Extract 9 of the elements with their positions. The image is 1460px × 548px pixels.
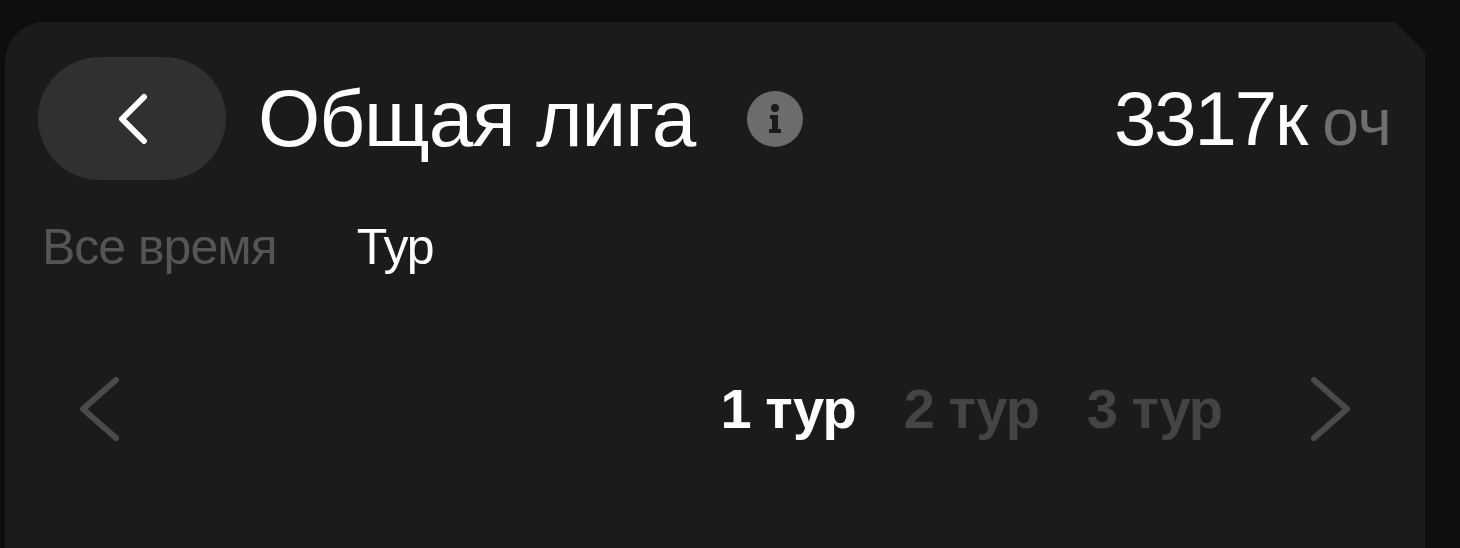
- chevron-left-icon[interactable]: [78, 376, 120, 441]
- score-value: 3317к: [1114, 75, 1307, 162]
- tab[interactable]: Тур: [356, 218, 434, 276]
- round-tab[interactable]: 1 тур: [720, 376, 856, 441]
- league-title: Общая лига: [258, 72, 696, 165]
- tab[interactable]: Все время: [42, 218, 277, 276]
- info-icon[interactable]: [747, 90, 804, 147]
- score-unit: оч: [1322, 84, 1392, 160]
- chevron-right-icon[interactable]: [1310, 376, 1352, 441]
